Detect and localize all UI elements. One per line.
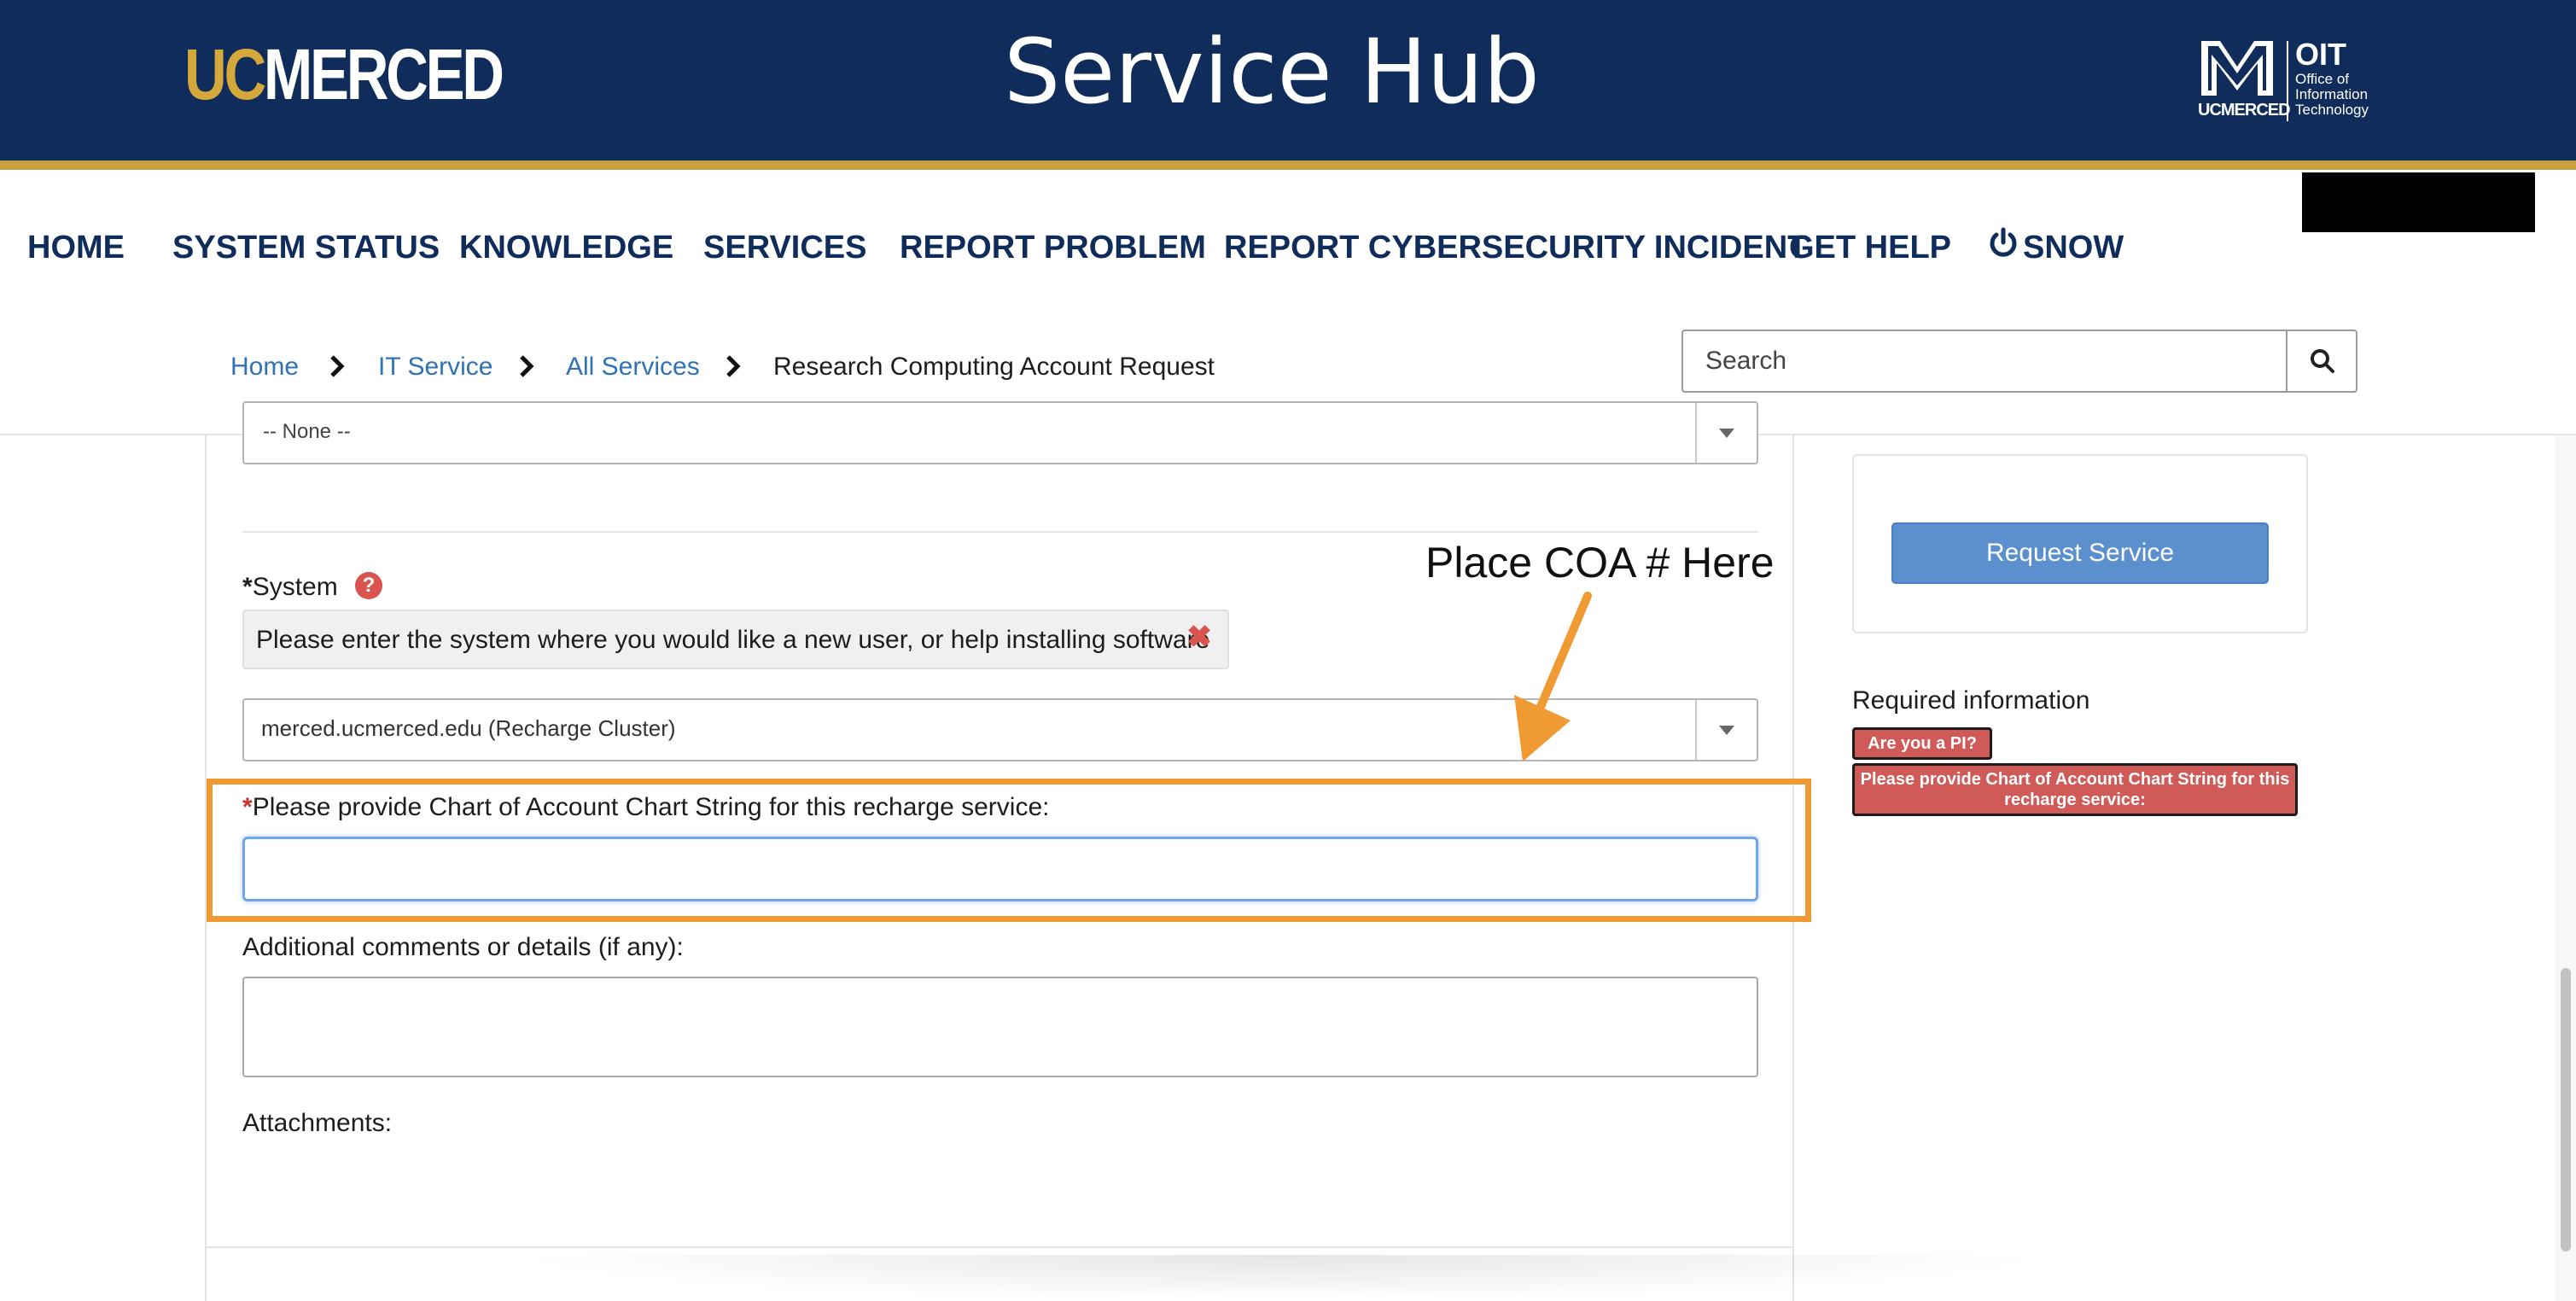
none-select[interactable]: -- None -- xyxy=(242,401,1758,464)
chevron-down-icon xyxy=(1719,429,1734,438)
form-footer-line xyxy=(205,1246,1794,1248)
power-icon[interactable] xyxy=(1989,227,2018,260)
chevron-down-icon xyxy=(1719,726,1734,735)
question-circle-icon[interactable]: ? xyxy=(355,572,382,599)
nav-report-problem[interactable]: REPORT PROBLEM xyxy=(900,224,1206,271)
nav-services[interactable]: SERVICES xyxy=(703,224,866,271)
required-mark: * xyxy=(242,793,253,821)
logo-uc-text: UC xyxy=(184,34,266,114)
ucm-m-icon xyxy=(2201,41,2273,96)
coa-label-text: Please provide Chart of Account Chart St… xyxy=(252,793,1050,821)
page-title: Service Hub xyxy=(1004,20,1540,124)
annotation-text: Place COA # Here xyxy=(1425,539,1775,586)
header-gold-stripe xyxy=(0,160,2576,170)
chevron-right-icon xyxy=(520,355,534,377)
oit-subtitle: Office of Information Technology xyxy=(2295,71,2369,118)
search-box xyxy=(1681,330,2357,393)
breadcrumb-current: Research Computing Account Request xyxy=(773,353,1215,381)
system-label-text: System xyxy=(252,573,338,601)
nav-system-status[interactable]: SYSTEM STATUS xyxy=(172,224,440,271)
required-badge-pi[interactable]: Are you a PI? xyxy=(1852,727,1992,760)
footer-shadow xyxy=(512,1255,2049,1301)
select-divider xyxy=(1695,403,1697,463)
uc-merced-logo[interactable]: UCMERCED xyxy=(184,34,504,114)
redacted-user-area xyxy=(2302,172,2535,232)
chevron-right-icon xyxy=(330,355,345,377)
system-label: *System xyxy=(242,570,338,604)
oit-logo[interactable]: UCMERCED OIT Office of Information Techn… xyxy=(2198,38,2394,125)
section-divider xyxy=(242,531,1758,533)
logo-merced-text: MERCED xyxy=(263,34,504,114)
coa-chart-string-input[interactable] xyxy=(242,837,1758,901)
scrollbar-thumb[interactable] xyxy=(2561,968,2571,1251)
none-select-value: -- None -- xyxy=(263,420,351,443)
select-divider xyxy=(1695,700,1697,760)
system-select-value: merced.ucmerced.edu (Recharge Cluster) xyxy=(261,715,676,741)
oit-title: OIT xyxy=(2295,37,2346,72)
comments-textarea[interactable] xyxy=(242,977,1758,1077)
breadcrumb-it-service[interactable]: IT Service xyxy=(378,348,493,386)
oit-divider xyxy=(2287,41,2288,121)
chevron-right-icon xyxy=(726,355,741,377)
search-input[interactable] xyxy=(1683,331,2286,391)
required-info-title: Required information xyxy=(1852,686,2090,715)
system-tag-text: Please enter the system where you would … xyxy=(256,626,1210,654)
breadcrumb-home[interactable]: Home xyxy=(230,348,299,386)
comments-label: Additional comments or details (if any): xyxy=(242,933,684,961)
required-mark: * xyxy=(242,573,253,601)
search-button[interactable] xyxy=(2286,331,2356,391)
oit-m-caption: UCMERCED xyxy=(2198,101,2291,120)
system-tag: Please enter the system where you would … xyxy=(242,610,1229,669)
close-icon[interactable]: ✖ xyxy=(1186,620,1212,654)
nav-report-cybersecurity-incident[interactable]: REPORT CYBERSECURITY INCIDENT xyxy=(1224,224,1807,271)
request-service-button[interactable]: Request Service xyxy=(1891,522,2269,584)
annotation-arrow-icon xyxy=(1514,592,1592,761)
coa-label: *Please provide Chart of Account Chart S… xyxy=(242,791,1049,825)
nav-snow[interactable]: SNOW xyxy=(2023,224,2124,271)
nav-get-help[interactable]: GET HELP xyxy=(1789,224,1951,271)
breadcrumb-all-services[interactable]: All Services xyxy=(566,348,700,386)
search-icon xyxy=(2311,349,2334,373)
nav-home[interactable]: HOME xyxy=(27,224,125,271)
required-badge-coa[interactable]: Please provide Chart of Account Chart St… xyxy=(1852,763,2298,816)
attachments-label: Attachments: xyxy=(242,1109,393,1137)
nav-knowledge[interactable]: KNOWLEDGE xyxy=(459,224,673,271)
